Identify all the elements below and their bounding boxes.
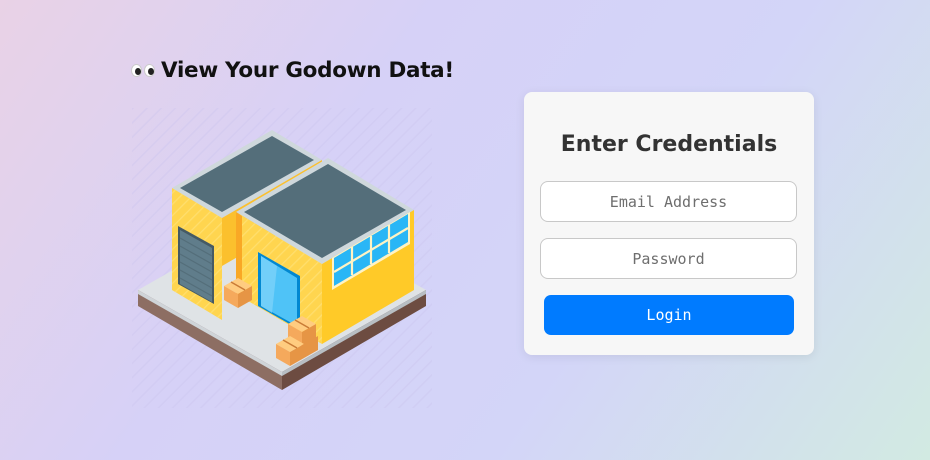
page-heading: View Your Godown Data! — [131, 58, 454, 83]
login-button[interactable]: Login — [544, 295, 794, 335]
login-card-title: Enter Credentials — [560, 132, 778, 157]
eyes-icon — [131, 64, 155, 77]
login-card: Enter Credentials Login — [524, 92, 814, 355]
email-field[interactable] — [540, 181, 797, 222]
warehouse-illustration — [132, 108, 432, 408]
page-heading-text: View Your Godown Data! — [161, 58, 454, 83]
password-field[interactable] — [540, 238, 797, 279]
